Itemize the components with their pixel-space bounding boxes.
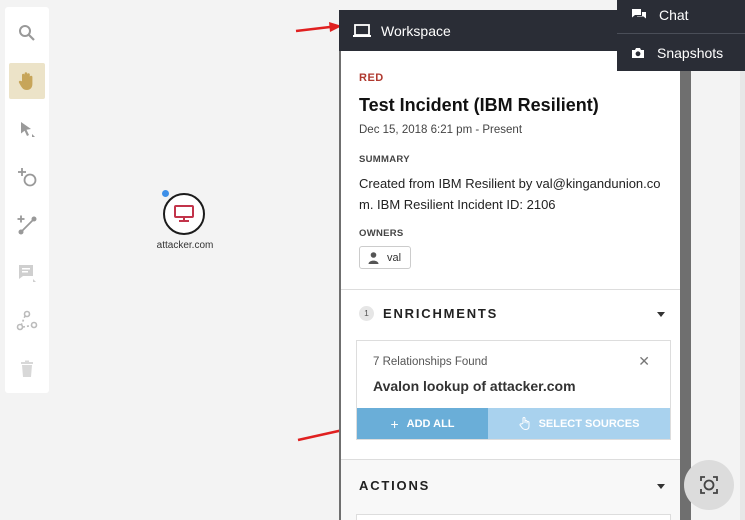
workspace-icon — [353, 23, 371, 37]
add-node-tool[interactable] — [9, 159, 45, 195]
menu-item-chat-label: Chat — [659, 7, 689, 23]
enrichments-count-badge: 1 — [359, 306, 374, 321]
owner-chip[interactable]: val — [359, 246, 412, 269]
add-all-button[interactable]: + ADD ALL — [357, 408, 488, 439]
menu-item-chat[interactable]: Chat — [631, 7, 689, 23]
severity-label: RED — [359, 72, 384, 84]
user-icon — [368, 251, 379, 264]
summary-label: SUMMARY — [359, 154, 410, 165]
menu-divider — [617, 33, 745, 34]
ungroup-tool[interactable] — [9, 303, 45, 339]
node-status-dot — [162, 190, 169, 197]
trash-icon — [21, 360, 33, 377]
incident-details: RED Test Incident (IBM Resilient) Dec 15… — [341, 51, 680, 290]
hand-icon — [18, 72, 33, 90]
search-icon — [19, 25, 35, 41]
canvas-edge — [740, 71, 745, 520]
select-sources-label: SELECT SOURCES — [538, 417, 640, 430]
ungroup-icon — [16, 310, 38, 331]
incident-title: Test Incident (IBM Resilient) — [359, 95, 599, 115]
enrichments-title[interactable]: ENRICHMENTS — [383, 306, 498, 321]
chat-icon — [632, 9, 646, 19]
incident-date: Dec 15, 2018 6:21 pm - Present — [359, 124, 523, 136]
plus-icon: + — [390, 415, 399, 432]
node-label: attacker.com — [156, 240, 214, 251]
actions-card — [356, 514, 671, 520]
owners-label: OWNERS — [359, 228, 404, 239]
delete-tool[interactable] — [9, 351, 45, 387]
monitor-icon — [174, 205, 194, 222]
add-all-label: ADD ALL — [406, 417, 455, 430]
enrichments-caret-icon[interactable] — [657, 312, 665, 317]
owner-name: val — [387, 251, 402, 264]
enrichment-title: Avalon lookup of attacker.com — [373, 378, 576, 394]
actions-title[interactable]: ACTIONS — [359, 478, 430, 493]
side-menu: Chat Snapshots — [617, 0, 745, 71]
menu-item-snapshots-label: Snapshots — [657, 45, 724, 61]
actions-caret-icon[interactable] — [657, 484, 665, 489]
comment-icon — [19, 265, 36, 282]
panel-header-title[interactable]: Workspace — [381, 23, 451, 39]
incident-panel: RED Test Incident (IBM Resilient) Dec 15… — [341, 51, 680, 520]
actions-section: ACTIONS — [341, 460, 680, 520]
select-pointer-icon — [21, 122, 35, 137]
menu-item-snapshots[interactable]: Snapshots — [631, 45, 723, 61]
pointer-hand-icon — [519, 417, 530, 430]
add-node-icon — [18, 168, 37, 187]
add-edge-icon — [17, 215, 37, 235]
add-edge-tool[interactable] — [9, 207, 45, 243]
hand-tool[interactable] — [9, 63, 45, 99]
tool-palette — [5, 7, 49, 393]
graph-node[interactable] — [163, 193, 205, 235]
fit-view-button[interactable] — [684, 460, 734, 510]
select-sources-button[interactable]: SELECT SOURCES — [488, 408, 670, 439]
camera-icon — [632, 48, 644, 58]
enrichments-section: 1 ENRICHMENTS 7 Relationships Found Aval… — [341, 290, 680, 460]
fit-view-icon — [700, 476, 718, 494]
summary-text: Created from IBM Resilient by val@kingan… — [359, 176, 661, 212]
close-icon[interactable]: ✕ — [638, 353, 650, 370]
enrichment-subtitle: 7 Relationships Found — [373, 356, 488, 368]
enrichment-card: 7 Relationships Found Avalon lookup of a… — [356, 340, 671, 440]
search-tool[interactable] — [9, 15, 45, 51]
select-tool[interactable] — [9, 111, 45, 147]
comment-tool[interactable] — [9, 255, 45, 291]
